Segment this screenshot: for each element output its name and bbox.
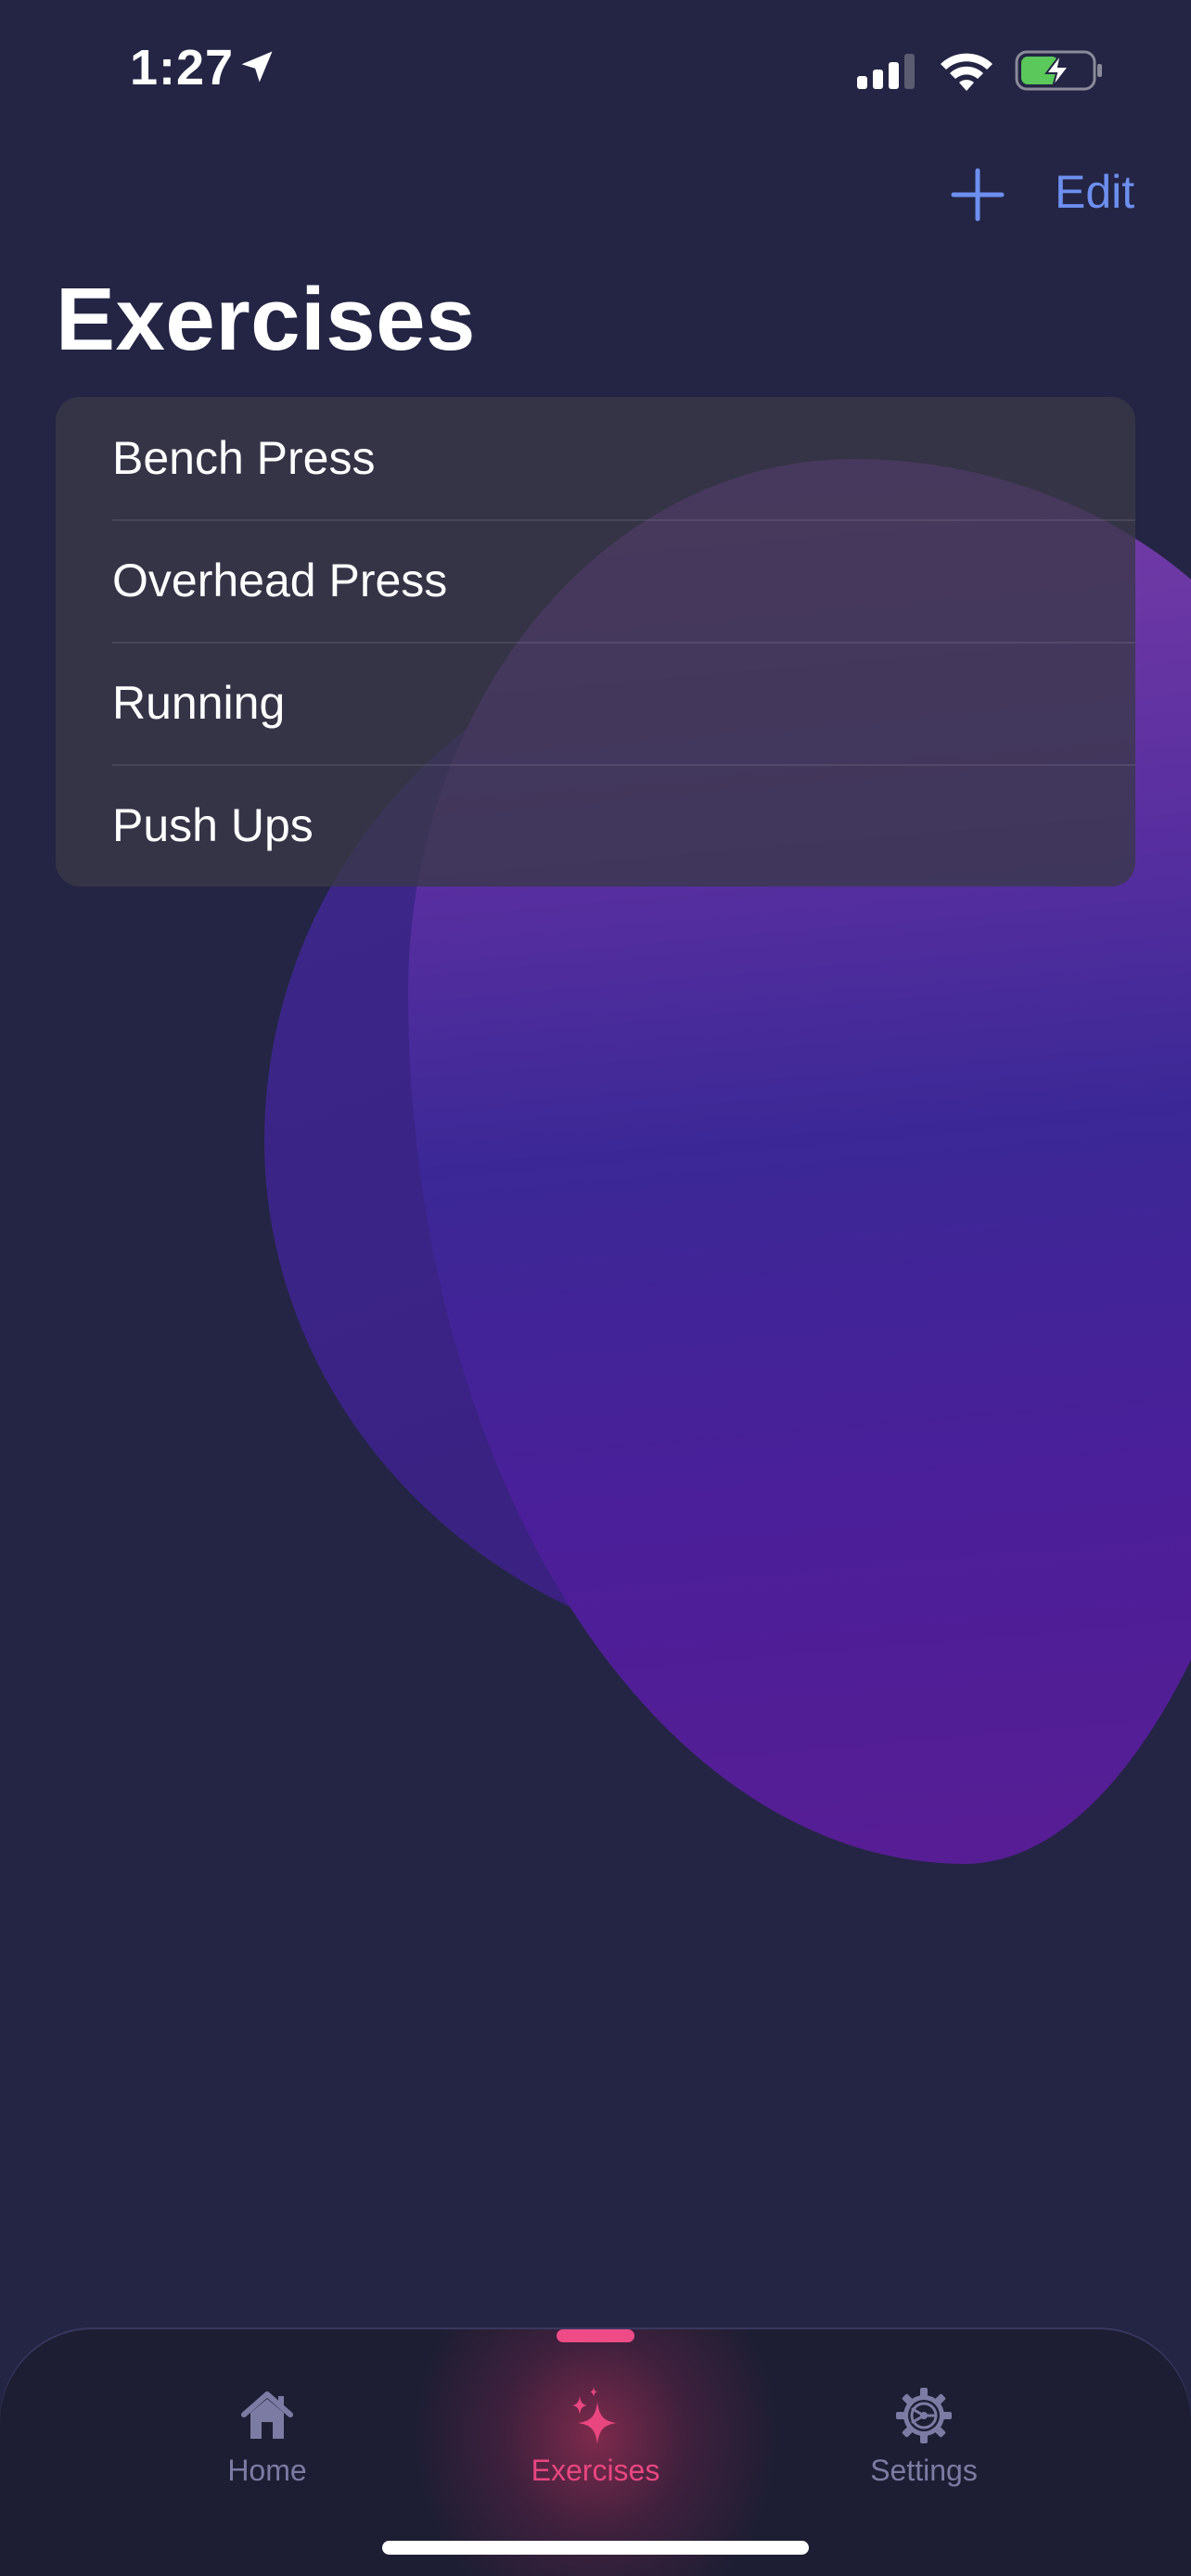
exercise-list: Bench Press Overhead Press Running Push … — [56, 397, 1135, 886]
exercise-row[interactable]: Running — [56, 642, 1135, 764]
app-screen: 1:27 Edit Exercises Bench Press Overhead… — [0, 0, 1191, 2576]
tab-exercises[interactable]: Exercises — [493, 2385, 698, 2496]
active-tab-indicator — [557, 2329, 634, 2342]
exercise-row[interactable]: Push Ups — [56, 764, 1135, 886]
house-icon — [241, 2391, 293, 2439]
edit-button[interactable]: Edit — [1055, 165, 1134, 219]
gear-icon — [896, 2388, 952, 2443]
tab-settings-label: Settings — [870, 2454, 978, 2487]
exercise-row[interactable]: Overhead Press — [56, 519, 1135, 642]
cellular-signal-icon — [857, 54, 915, 89]
tab-home[interactable]: Home — [165, 2385, 369, 2496]
location-arrow-icon — [241, 51, 273, 83]
add-exercise-button[interactable] — [948, 165, 1007, 224]
home-indicator[interactable] — [382, 2541, 809, 2555]
exercise-row[interactable]: Bench Press — [56, 397, 1135, 519]
status-bar: 1:27 — [0, 0, 1191, 139]
tab-exercises-label: Exercises — [531, 2454, 660, 2487]
tab-home-label: Home — [227, 2454, 307, 2487]
wifi-icon — [941, 53, 992, 91]
page-title: Exercises — [56, 270, 476, 369]
battery-charging-icon — [1015, 50, 1102, 91]
status-time: 1:27 — [130, 40, 235, 96]
tab-settings[interactable]: Settings — [822, 2385, 1026, 2496]
sparkles-icon — [572, 2387, 617, 2444]
